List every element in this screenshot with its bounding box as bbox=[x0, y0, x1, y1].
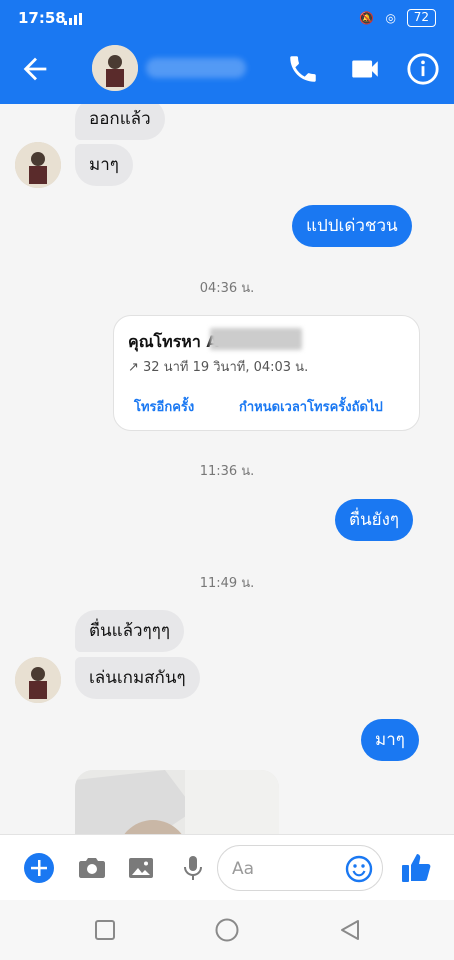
microphone-icon[interactable] bbox=[176, 851, 210, 885]
status-bar: 17:58 🔕 ◎ 72 bbox=[0, 0, 454, 34]
message-outgoing[interactable]: ตื่นยังๆ bbox=[335, 499, 414, 541]
message-composer bbox=[0, 834, 454, 900]
message-incoming[interactable]: เล่นเกมสกันๆ bbox=[75, 657, 200, 699]
call-duration: ↗ 32 นาที 19 วินาที, 04:03 น. bbox=[128, 360, 309, 375]
sender-avatar[interactable] bbox=[15, 142, 61, 188]
call-title: คุณโทรหา A bbox=[128, 332, 219, 351]
call-name-redacted bbox=[210, 328, 302, 350]
home-icon[interactable] bbox=[213, 916, 241, 944]
phone-icon[interactable] bbox=[286, 52, 320, 86]
back-arrow-icon[interactable] bbox=[18, 52, 52, 86]
status-time: 17:58 bbox=[18, 9, 66, 27]
battery-indicator: 72 bbox=[406, 9, 436, 27]
timestamp: 04:36 น. bbox=[199, 281, 255, 296]
image-icon[interactable] bbox=[124, 851, 158, 885]
system-nav-bar bbox=[0, 900, 454, 960]
message-list: ออกแล้ว มาๆ แปปเด่วชวน 04:36 น. คุณโทรหา… bbox=[0, 104, 454, 834]
sender-avatar[interactable] bbox=[15, 657, 61, 703]
timestamp: 11:49 น. bbox=[199, 576, 255, 591]
contact-name-redacted bbox=[146, 58, 246, 78]
message-outgoing[interactable]: มาๆ bbox=[361, 719, 419, 761]
message-incoming[interactable]: ออกแล้ว bbox=[75, 104, 165, 140]
recent-apps-icon[interactable] bbox=[91, 916, 119, 944]
back-icon[interactable] bbox=[336, 916, 364, 944]
call-summary-card: คุณโทรหา A ↗ 32 นาที 19 วินาที, 04:03 น.… bbox=[113, 315, 420, 431]
emoji-icon[interactable] bbox=[344, 854, 374, 884]
signal-icon bbox=[64, 13, 82, 25]
message-input-wrapper bbox=[217, 845, 383, 891]
message-input[interactable] bbox=[232, 856, 342, 882]
top-bar: 17:58 🔕 ◎ 72 bbox=[0, 0, 454, 104]
bell-muted-icon: 🔕 bbox=[359, 11, 375, 25]
message-outgoing[interactable]: แปปเด่วชวน bbox=[292, 205, 412, 247]
timestamp: 11:36 น. bbox=[199, 464, 255, 479]
message-incoming[interactable]: มาๆ bbox=[75, 144, 133, 186]
info-icon[interactable] bbox=[406, 52, 440, 86]
video-icon[interactable] bbox=[348, 52, 382, 86]
like-icon[interactable] bbox=[398, 849, 436, 887]
plus-icon[interactable] bbox=[22, 851, 56, 885]
schedule-call-button[interactable]: กำหนดเวลาโทรครั้งถัดไป bbox=[239, 396, 383, 417]
call-again-button[interactable]: โทรอีกครั้ง bbox=[134, 396, 194, 417]
contact-avatar[interactable] bbox=[92, 45, 138, 91]
data-saver-icon: ◎ bbox=[385, 11, 396, 25]
chat-header bbox=[0, 34, 454, 104]
photo-message[interactable] bbox=[75, 770, 279, 834]
camera-icon[interactable] bbox=[75, 851, 109, 885]
status-right: 🔕 ◎ 72 bbox=[359, 9, 436, 27]
message-incoming[interactable]: ตื่นแล้วๆๆๆ bbox=[75, 610, 184, 652]
